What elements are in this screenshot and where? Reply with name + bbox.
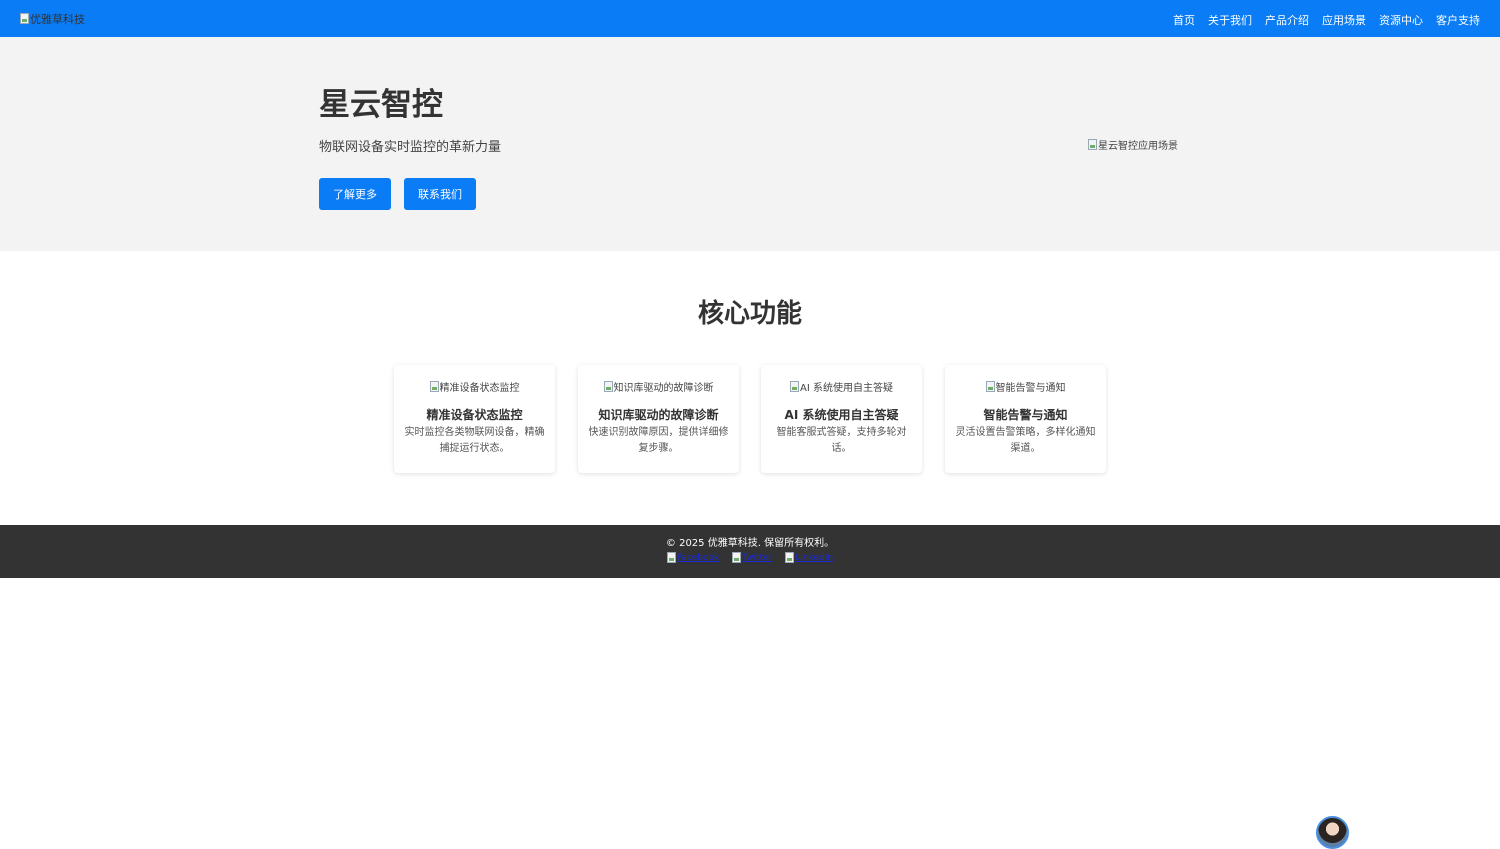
broken-image-icon (429, 380, 439, 392)
feature-image: 精准设备状态监控 (404, 379, 545, 394)
feature-card-diagnosis: 知识库驱动的故障诊断 知识库驱动的故障诊断 快速识别故障原因，提供详细修复步骤。 (578, 365, 739, 473)
nav-support[interactable]: 客户支持 (1436, 12, 1480, 27)
copyright-text: © 2025 优雅草科技. 保留所有权利。 (665, 538, 835, 549)
learn-more-button[interactable]: 了解更多 (319, 178, 391, 210)
feature-image: AI 系统使用自主答疑 (771, 379, 912, 394)
linkedin-icon (785, 552, 795, 563)
nav-home[interactable]: 首页 (1173, 12, 1195, 27)
facebook-link-label: Facebook (676, 552, 720, 563)
hero-section: 星云智控 物联网设备实时监控的革新力量 了解更多 联系我们 星云智控应用场景 (0, 37, 1500, 251)
feature-desc: 智能客服式答疑，支持多轮对话。 (776, 427, 907, 454)
twitter-link-label: Twitter (742, 552, 773, 563)
feature-card-alerts: 智能告警与通知 智能告警与通知 灵活设置告警策略，多样化通知渠道。 (945, 365, 1106, 473)
feature-image: 知识库驱动的故障诊断 (588, 379, 729, 394)
feature-desc: 快速识别故障原因，提供详细修复步骤。 (588, 427, 729, 454)
feature-image: 智能告警与通知 (955, 379, 1096, 394)
social-links: Facebook Twitter LinkedIn (0, 552, 1500, 563)
feature-desc: 实时监控各类物联网设备，精确捕捉运行状态。 (404, 427, 545, 454)
chat-assistant-avatar[interactable] (1316, 816, 1349, 849)
main-nav: 首页 关于我们 产品介绍 应用场景 资源中心 客户支持 (1173, 12, 1480, 27)
feature-image-alt: 智能告警与通知 (995, 382, 1066, 394)
broken-image-icon (790, 380, 800, 392)
feature-image-alt: AI 系统使用自主答疑 (800, 382, 893, 394)
features-title: 核心功能 (697, 299, 802, 329)
linkedin-link-label: LinkedIn (795, 552, 834, 563)
linkedin-link[interactable]: LinkedIn (785, 552, 833, 563)
feature-title: 知识库驱动的故障诊断 (598, 408, 719, 422)
hero-image: 星云智控应用场景 (1088, 137, 1178, 152)
facebook-link[interactable]: Facebook (666, 552, 720, 563)
feature-title: AI 系统使用自主答疑 (784, 408, 899, 422)
twitter-icon (732, 552, 742, 563)
feature-image-alt: 知识库驱动的故障诊断 (613, 382, 714, 394)
facebook-icon (666, 552, 676, 563)
hero-subtitle: 物联网设备实时监控的革新力量 (319, 140, 502, 155)
contact-us-button[interactable]: 联系我们 (404, 178, 476, 210)
footer: © 2025 优雅草科技. 保留所有权利。 Facebook Twitter L… (0, 525, 1500, 578)
hero-title: 星云智控 (319, 87, 443, 123)
feature-title: 精准设备状态监控 (426, 408, 523, 422)
top-navbar: 优雅草科技 首页 关于我们 产品介绍 应用场景 资源中心 客户支持 (0, 0, 1500, 37)
nav-about[interactable]: 关于我们 (1208, 12, 1252, 27)
feature-desc: 灵活设置告警策略，多样化通知渠道。 (955, 427, 1096, 454)
hero-image-alt: 星云智控应用场景 (1098, 140, 1178, 152)
nav-products[interactable]: 产品介绍 (1265, 12, 1309, 27)
logo[interactable]: 优雅草科技 (20, 11, 85, 26)
feature-image-alt: 精准设备状态监控 (439, 382, 520, 394)
feature-card-monitoring: 精准设备状态监控 精准设备状态监控 实时监控各类物联网设备，精确捕捉运行状态。 (394, 365, 555, 473)
broken-image-icon (20, 13, 29, 24)
feature-card-ai-qa: AI 系统使用自主答疑 AI 系统使用自主答疑 智能客服式答疑，支持多轮对话。 (761, 365, 922, 473)
twitter-link[interactable]: Twitter (732, 552, 772, 563)
broken-image-icon (603, 380, 613, 392)
broken-image-icon (985, 380, 995, 392)
feature-title: 智能告警与通知 (983, 408, 1068, 422)
nav-scenarios[interactable]: 应用场景 (1322, 12, 1366, 27)
nav-resources[interactable]: 资源中心 (1379, 12, 1423, 27)
logo-alt-text: 优雅草科技 (30, 12, 85, 26)
broken-image-icon (1088, 138, 1097, 150)
